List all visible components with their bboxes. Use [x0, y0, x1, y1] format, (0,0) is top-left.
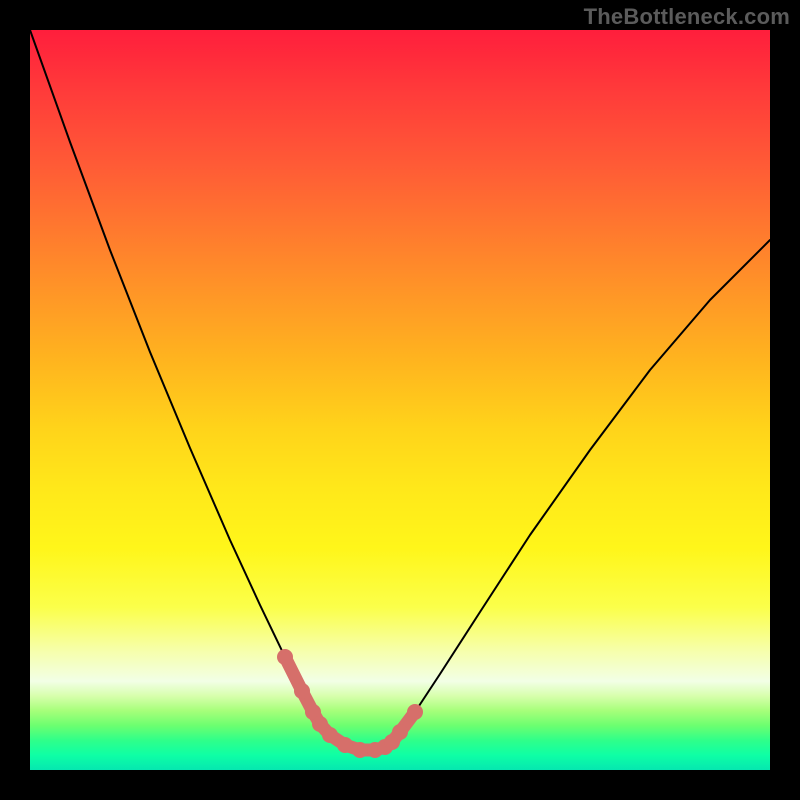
plot-area — [30, 30, 770, 770]
highlight-dot — [407, 704, 423, 720]
attribution-label: TheBottleneck.com — [584, 4, 790, 30]
highlight-dot — [337, 737, 353, 753]
highlight-dot — [277, 649, 293, 665]
bottleneck-highlight-dots — [277, 649, 423, 758]
highlight-dot — [294, 683, 310, 699]
curve-layer — [30, 30, 770, 770]
chart-stage: TheBottleneck.com — [0, 0, 800, 800]
bottleneck-curve — [30, 30, 770, 750]
highlight-dot — [322, 727, 338, 743]
highlight-dot — [352, 742, 368, 758]
highlight-dot — [392, 724, 408, 740]
